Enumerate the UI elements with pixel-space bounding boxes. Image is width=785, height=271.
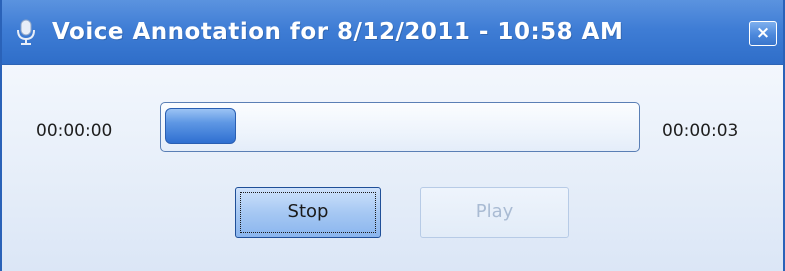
window-title: Voice Annotation for 8/12/2011 - 10:58 A… — [52, 19, 624, 45]
elapsed-time: 00:00:00 — [36, 121, 113, 141]
close-icon: × — [755, 23, 771, 43]
play-button-label: Play — [475, 201, 514, 222]
microphone-icon — [17, 19, 35, 45]
total-time: 00:00:03 — [662, 121, 739, 141]
playback-progress-bar[interactable] — [160, 102, 640, 152]
close-button[interactable]: × — [749, 21, 777, 46]
progress-fill — [165, 108, 236, 144]
stop-button[interactable]: Stop — [235, 187, 381, 238]
dialog-body: 00:00:00 00:00:03 Stop Play — [2, 65, 783, 271]
voice-annotation-dialog: Voice Annotation for 8/12/2011 - 10:58 A… — [0, 0, 785, 271]
title-bar[interactable]: Voice Annotation for 8/12/2011 - 10:58 A… — [2, 0, 783, 65]
stop-button-label: Stop — [287, 201, 329, 222]
play-button: Play — [420, 187, 569, 238]
